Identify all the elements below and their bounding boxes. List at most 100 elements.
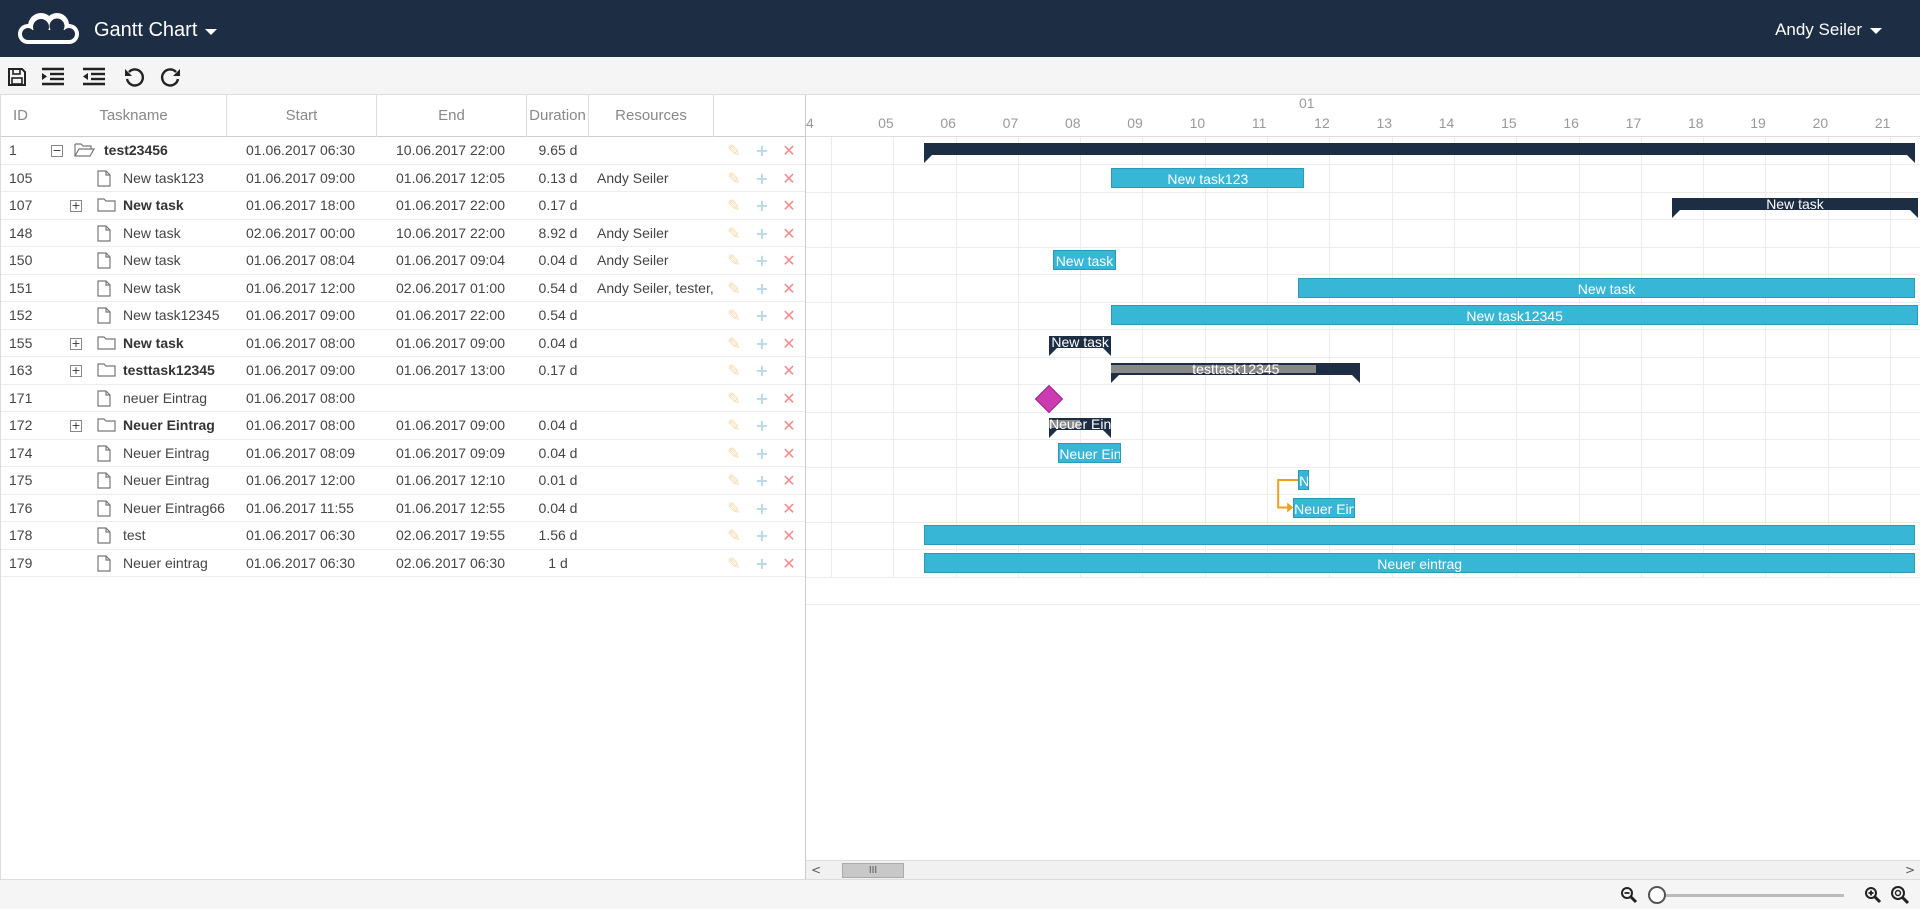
table-row[interactable]: 174 Neuer Eintrag 01.06.2017 08:09 01.06.20…: [1, 440, 805, 467]
add-icon[interactable]: +: [753, 522, 771, 549]
add-icon[interactable]: +: [753, 357, 771, 384]
cell-duration[interactable]: 1.56 d: [527, 522, 589, 549]
cell-end[interactable]: 10.06.2017 22:00: [396, 220, 526, 247]
cell-end[interactable]: 01.06.2017 13:00: [396, 357, 526, 384]
cell-taskname[interactable]: New task12345: [123, 302, 227, 329]
table-row[interactable]: 151 New task 01.06.2017 12:00 02.06.2017 01…: [1, 275, 805, 302]
add-icon[interactable]: +: [753, 165, 771, 192]
cell-resources[interactable]: Andy Seiler: [597, 220, 715, 247]
cell-resources[interactable]: Andy Seiler: [597, 247, 715, 274]
task-bar[interactable]: Neuer eintrag: [924, 552, 1915, 573]
cell-resources[interactable]: [597, 495, 715, 522]
column-header-duration[interactable]: Duration: [527, 95, 589, 137]
summary-bar[interactable]: [924, 143, 1915, 163]
add-icon[interactable]: +: [753, 302, 771, 329]
cell-duration[interactable]: 0.04 d: [527, 440, 589, 467]
cell-taskname[interactable]: New task: [123, 192, 227, 219]
cell-taskname[interactable]: neuer Eintrag: [123, 385, 227, 412]
cell-taskname[interactable]: Neuer eintrag: [123, 550, 227, 577]
add-icon[interactable]: +: [753, 550, 771, 577]
table-row[interactable]: 175 Neuer Eintrag 01.06.2017 12:00 01.06.20…: [1, 467, 805, 495]
edit-icon[interactable]: ✎: [725, 385, 743, 412]
column-header-end[interactable]: End: [377, 95, 527, 137]
cell-end[interactable]: 01.06.2017 12:55: [396, 495, 526, 522]
summary-bar[interactable]: New task: [1048, 335, 1112, 356]
cell-resources[interactable]: [597, 412, 715, 439]
cell-taskname[interactable]: Neuer Eintrag66: [123, 495, 227, 522]
cell-end[interactable]: [396, 385, 526, 412]
cell-start[interactable]: 01.06.2017 08:09: [246, 440, 376, 467]
cell-end[interactable]: 01.06.2017 09:00: [396, 412, 526, 439]
cell-resources[interactable]: Andy Seiler: [597, 165, 715, 192]
summary-bar[interactable]: Neuer Eintrag: [1048, 417, 1135, 438]
edit-icon[interactable]: ✎: [725, 302, 743, 329]
table-row[interactable]: 150 New task 01.06.2017 08:04 01.06.2017 09…: [1, 247, 805, 275]
cell-end[interactable]: 01.06.2017 22:00: [396, 302, 526, 329]
cell-resources[interactable]: [597, 467, 715, 494]
app-menu[interactable]: Gantt Chart: [94, 19, 218, 42]
edit-icon[interactable]: ✎: [725, 495, 743, 522]
edit-icon[interactable]: ✎: [725, 522, 743, 549]
delete-icon[interactable]: ✕: [780, 440, 798, 467]
cell-taskname[interactable]: test: [123, 522, 227, 549]
zoom-fit-icon[interactable]: [1890, 885, 1910, 905]
cell-end[interactable]: 01.06.2017 22:00: [396, 192, 526, 219]
cell-start[interactable]: 01.06.2017 08:00: [246, 330, 376, 357]
cell-resources[interactable]: [597, 302, 715, 329]
cell-duration[interactable]: 1 d: [527, 550, 589, 577]
expand-icon[interactable]: +: [70, 420, 82, 432]
summary-bar[interactable]: testtask12345: [1111, 362, 1361, 383]
table-row[interactable]: 152 New task12345 01.06.2017 09:00 01.06.20…: [1, 302, 805, 330]
table-row[interactable]: 107 + New task 01.06.2017 18:00 01.06.2017 2…: [1, 192, 805, 220]
indent-button[interactable]: [40, 64, 66, 90]
task-bar[interactable]: [924, 525, 1915, 545]
cell-end[interactable]: 10.06.2017 22:00: [396, 137, 526, 164]
redo-button[interactable]: [158, 64, 184, 90]
cell-end[interactable]: 01.06.2017 09:04: [396, 247, 526, 274]
cell-start[interactable]: 01.06.2017 08:00: [246, 385, 376, 412]
cell-end[interactable]: 02.06.2017 01:00: [396, 275, 526, 302]
cell-taskname[interactable]: New task: [123, 220, 227, 247]
add-icon[interactable]: +: [753, 192, 771, 219]
edit-icon[interactable]: ✎: [725, 357, 743, 384]
cell-duration[interactable]: 0.01 d: [527, 467, 589, 494]
milestone-marker[interactable]: [1034, 384, 1064, 413]
zoom-slider-track[interactable]: [1654, 894, 1844, 897]
user-menu[interactable]: Andy Seiler: [1775, 20, 1882, 40]
edit-icon[interactable]: ✎: [725, 137, 743, 164]
cell-taskname[interactable]: New task: [123, 330, 227, 357]
cell-end[interactable]: 01.06.2017 12:05: [396, 165, 526, 192]
cell-resources[interactable]: [597, 192, 715, 219]
cell-start[interactable]: 01.06.2017 18:00: [246, 192, 376, 219]
cell-taskname[interactable]: Neuer Eintrag: [123, 412, 227, 439]
outdent-button[interactable]: [81, 64, 107, 90]
cell-resources[interactable]: [597, 330, 715, 357]
column-header-start[interactable]: Start: [227, 95, 377, 137]
cell-resources[interactable]: [597, 385, 715, 412]
delete-icon[interactable]: ✕: [780, 550, 798, 577]
cell-start[interactable]: 01.06.2017 12:00: [246, 467, 376, 494]
cell-resources[interactable]: [597, 357, 715, 384]
cell-duration[interactable]: 0.04 d: [527, 247, 589, 274]
delete-icon[interactable]: ✕: [780, 357, 798, 384]
zoom-slider-handle[interactable]: [1648, 886, 1666, 904]
column-header-taskname[interactable]: Taskname: [41, 95, 227, 137]
task-bar[interactable]: Neuer Eintrag: [1058, 442, 1121, 463]
cell-duration[interactable]: 0.17 d: [527, 192, 589, 219]
timeline-scrollbar[interactable]: < III >: [806, 860, 1920, 879]
delete-icon[interactable]: ✕: [780, 412, 798, 439]
cell-duration[interactable]: 0.54 d: [527, 302, 589, 329]
delete-icon[interactable]: ✕: [780, 522, 798, 549]
zoom-in-icon[interactable]: [1864, 886, 1882, 904]
cell-end[interactable]: 02.06.2017 06:30: [396, 550, 526, 577]
scroll-thumb[interactable]: III: [842, 863, 904, 878]
cell-start[interactable]: 01.06.2017 12:00: [246, 275, 376, 302]
column-header-resources[interactable]: Resources: [589, 95, 714, 137]
cell-end[interactable]: 01.06.2017 12:10: [396, 467, 526, 494]
scroll-left-icon[interactable]: <: [808, 863, 824, 878]
table-row[interactable]: 155 + New task 01.06.2017 08:00 01.06.2017 0…: [1, 330, 805, 357]
undo-button[interactable]: [121, 64, 147, 90]
cell-taskname[interactable]: testtask12345: [123, 357, 227, 384]
add-icon[interactable]: +: [753, 275, 771, 302]
delete-icon[interactable]: ✕: [780, 165, 798, 192]
